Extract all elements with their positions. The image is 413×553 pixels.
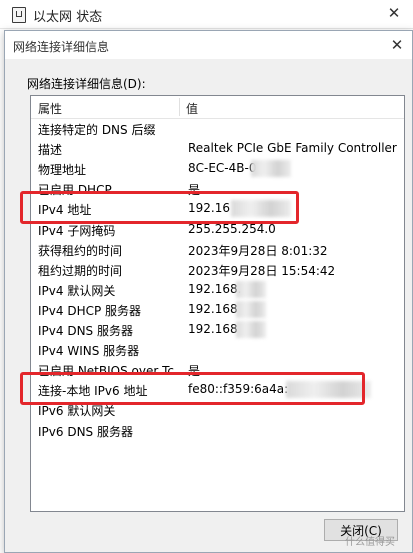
table-row[interactable]: IPv4 DNS 服务器 192.168	[31, 319, 404, 339]
row-property: 获得租约的时间	[38, 243, 123, 258]
row-property: 租约过期的时间	[38, 263, 123, 278]
row-property: IPv4 默认网关	[38, 283, 116, 298]
ipv6-address-highlight	[20, 372, 365, 405]
redacted-blur	[236, 300, 266, 318]
table-row[interactable]: IPv4 DHCP 服务器 192.168	[31, 299, 404, 319]
row-value: 8C-EC-4B-0	[188, 161, 257, 176]
row-value: 192.168	[188, 301, 238, 316]
table-row[interactable]: 物理地址 8C-EC-4B-0	[31, 158, 404, 178]
row-value: 192.168.	[188, 281, 242, 296]
dialog-titlebar: 网络连接详细信息 ✕	[5, 31, 412, 59]
dialog-close-icon[interactable]: ✕	[387, 35, 407, 55]
network-status-icon	[12, 7, 26, 23]
row-value: 2023年9月28日 15:54:42	[188, 263, 336, 278]
table-row[interactable]: IPv4 默认网关 192.168.	[31, 279, 404, 299]
row-property: IPv4 DHCP 服务器	[38, 303, 142, 318]
row-property: IPv4 子网掩码	[38, 223, 116, 238]
parent-window-title: 以太网 状态	[33, 10, 103, 25]
row-value: Realtek PCIe GbE Family Controller	[188, 141, 397, 156]
table-row[interactable]: IPv4 WINS 服务器	[31, 339, 404, 359]
row-property: IPv4 DNS 服务器	[38, 324, 133, 338]
row-value: 192.168	[188, 322, 238, 336]
row-property: IPv6 DNS 服务器	[38, 424, 133, 439]
details-label: 网络连接详细信息(D):	[27, 77, 146, 91]
ipv4-address-highlight	[20, 191, 299, 224]
column-separator[interactable]	[179, 98, 180, 116]
column-header-value[interactable]: 值	[186, 100, 198, 117]
table-row[interactable]: IPv6 DNS 服务器	[31, 420, 404, 440]
redacted-blur	[236, 280, 266, 298]
table-row[interactable]: 获得租约的时间 2023年9月28日 8:01:32	[31, 239, 404, 259]
redacted-blur	[236, 321, 266, 338]
network-details-dialog: 网络连接详细信息 ✕ 网络连接详细信息(D): 属性 值 连接特定的 DNS 后…	[4, 30, 413, 553]
parent-close-icon[interactable]: ✕	[384, 3, 404, 23]
details-listview[interactable]: 属性 值 连接特定的 DNS 后缀 描述 Realtek PCIe GbE Fami…	[30, 95, 405, 512]
row-property: IPv4 WINS 服务器	[38, 344, 140, 359]
redacted-blur	[251, 160, 291, 178]
row-property: 物理地址	[38, 163, 87, 178]
row-property: 连接特定的 DNS 后缀	[38, 123, 156, 137]
parent-window-titlebar: 以太网 状态 ✕	[0, 0, 413, 29]
watermark: 什么值得买	[345, 537, 395, 548]
row-property: 描述	[38, 143, 63, 158]
dialog-title: 网络连接详细信息	[13, 40, 110, 54]
table-row[interactable]: 租约过期的时间 2023年9月28日 15:54:42	[31, 259, 404, 279]
table-row[interactable]: 描述 Realtek PCIe GbE Family Controller	[31, 138, 404, 158]
table-row[interactable]: 连接特定的 DNS 后缀	[31, 118, 404, 138]
list-header: 属性 值	[31, 96, 404, 119]
column-header-property[interactable]: 属性	[38, 100, 62, 117]
row-value: 2023年9月28日 8:01:32	[188, 243, 328, 258]
